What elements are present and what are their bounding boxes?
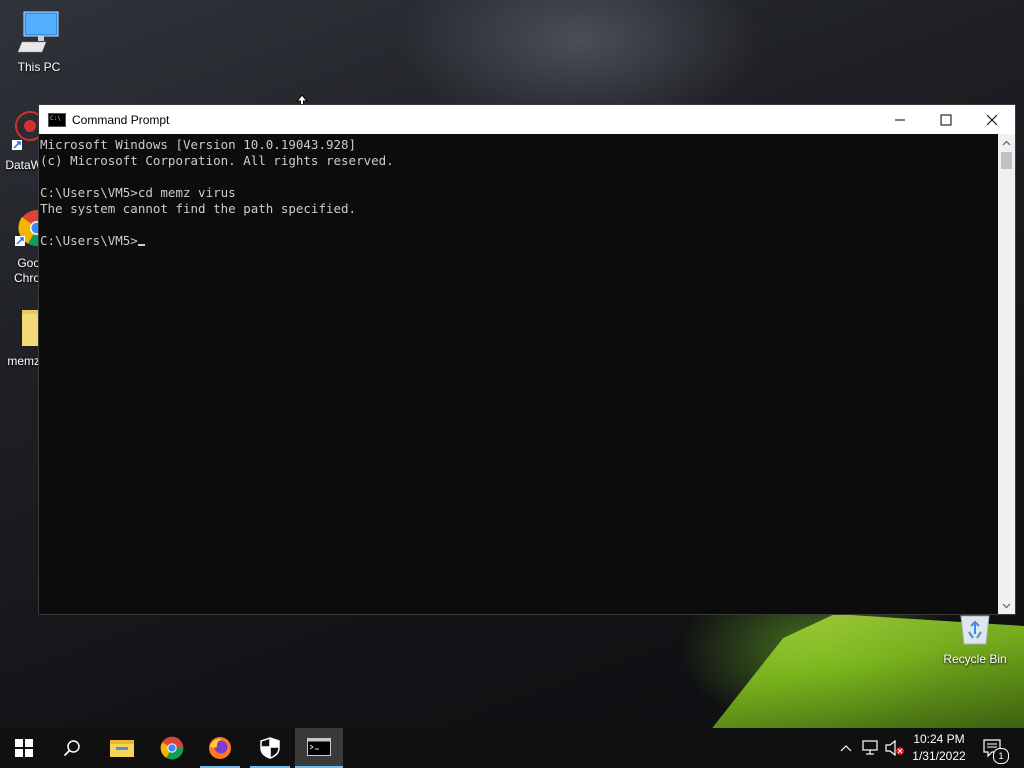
- windows-logo-icon: [15, 739, 33, 757]
- desktop-icon-this-pc[interactable]: This PC: [4, 10, 74, 74]
- notification-count-badge: 1: [993, 748, 1009, 764]
- console-output[interactable]: Microsoft Windows [Version 10.0.19043.92…: [39, 134, 998, 614]
- chrome-icon: [160, 736, 184, 760]
- maximize-button[interactable]: [923, 105, 969, 134]
- chevron-down-icon: [1002, 603, 1011, 608]
- console-line: C:\Users\VM5>cd memz virus: [40, 185, 236, 200]
- shield-icon: [260, 737, 280, 759]
- computer-icon: [4, 10, 74, 57]
- network-icon: [862, 740, 878, 755]
- desktop-icon-dataw[interactable]: DataW: [0, 108, 45, 172]
- taskbar-chrome[interactable]: [148, 728, 196, 768]
- cmd-icon: [48, 112, 66, 127]
- taskbar-windows-security[interactable]: [246, 728, 294, 768]
- scroll-down-button[interactable]: [998, 597, 1015, 614]
- close-button[interactable]: [969, 105, 1015, 134]
- cmd-icon: [307, 738, 331, 756]
- maximize-icon: [940, 114, 952, 125]
- close-icon: [986, 114, 998, 125]
- desktop-icon-label: DataW: [5, 158, 42, 172]
- chevron-up-icon: [840, 745, 852, 752]
- console-prompt-line[interactable]: C:\Users\VM5>: [40, 233, 998, 249]
- console-line: The system cannot find the path specifie…: [40, 201, 357, 216]
- minimize-icon: [895, 119, 905, 120]
- firefox-icon: [209, 737, 231, 759]
- text-cursor: [137, 244, 145, 246]
- volume-muted-icon: [885, 740, 904, 756]
- console-prompt: C:\Users\VM5>: [40, 233, 138, 248]
- vertical-scrollbar[interactable]: [998, 134, 1015, 614]
- console-line: Microsoft Windows [Version 10.0.19043.92…: [40, 137, 357, 152]
- taskbar-file-explorer[interactable]: [98, 728, 146, 768]
- taskbar-clock[interactable]: 10:24 PM 1/31/2022: [908, 731, 970, 765]
- search-button[interactable]: [48, 728, 96, 768]
- scroll-up-button[interactable]: [998, 134, 1015, 151]
- action-center-button[interactable]: 1: [980, 728, 1009, 768]
- file-explorer-icon: [110, 740, 134, 757]
- command-prompt-window[interactable]: Command Prompt Microsoft Windows [Versio…: [38, 104, 1016, 615]
- console-line: (c) Microsoft Corporation. All rights re…: [40, 153, 394, 168]
- clock-date: 1/31/2022: [912, 749, 966, 763]
- search-icon: [63, 740, 80, 757]
- recycle-bin-icon: [940, 612, 1010, 649]
- app-icon: [8, 108, 45, 155]
- volume-button[interactable]: [884, 728, 906, 768]
- network-button[interactable]: [860, 728, 882, 768]
- taskbar: 10:24 PM 1/31/2022 1: [0, 728, 1024, 768]
- clock-time: 10:24 PM: [913, 732, 965, 746]
- minimize-button[interactable]: [877, 105, 923, 134]
- show-hidden-icons-button[interactable]: [836, 728, 856, 768]
- title-bar[interactable]: Command Prompt: [39, 105, 1015, 134]
- desktop-icon-label: Recycle Bin: [943, 652, 1007, 666]
- window-title: Command Prompt: [72, 112, 170, 127]
- scroll-thumb[interactable]: [1001, 152, 1012, 169]
- start-button[interactable]: [0, 728, 48, 768]
- desktop-icon-label: This PC: [17, 60, 61, 74]
- desktop-icon-recycle-bin[interactable]: Recycle Bin: [940, 612, 1010, 666]
- taskbar-firefox[interactable]: [196, 728, 244, 768]
- taskbar-command-prompt[interactable]: [295, 728, 343, 768]
- chevron-up-icon: [1002, 140, 1011, 145]
